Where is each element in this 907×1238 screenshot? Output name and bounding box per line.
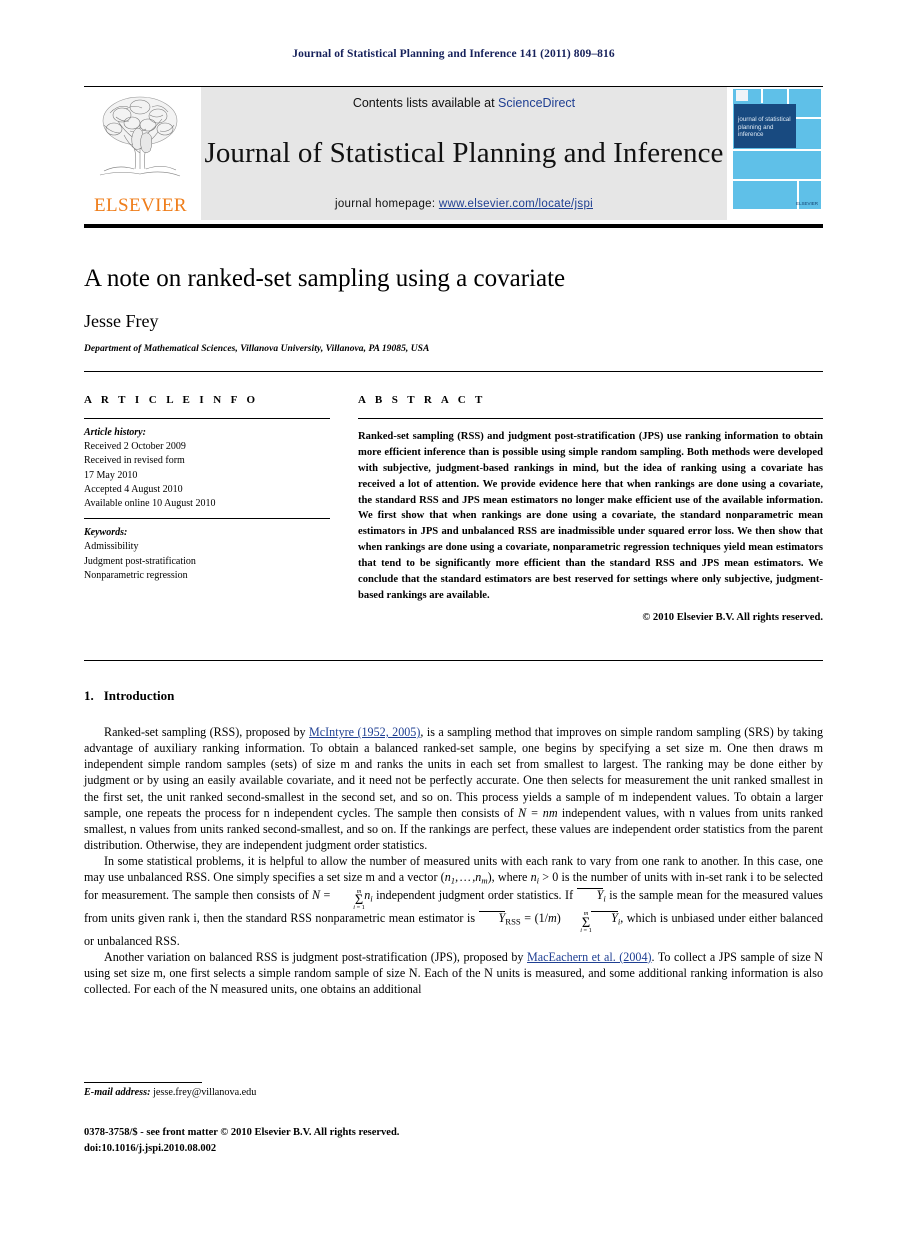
sciencedirect-link[interactable]: ScienceDirect xyxy=(498,96,575,110)
keywords-label: Keywords: xyxy=(84,527,128,539)
doi-line: doi:10.1016/j.jspi.2010.08.002 xyxy=(84,1143,217,1154)
keyword-item: Admissibility xyxy=(84,541,139,553)
article-history: Article history: Received 2 October 2009… xyxy=(84,426,330,511)
homepage-link[interactable]: www.elsevier.com/locate/jspi xyxy=(439,198,593,210)
article-page: Journal of Statistical Planning and Infe… xyxy=(0,0,907,1238)
section-heading-introduction: 1. Introduction xyxy=(84,688,174,704)
cover-title-box: journal of statistical planning and infe… xyxy=(734,104,796,148)
citation-maceachern[interactable]: MacEachern et al. (2004) xyxy=(527,950,652,964)
email-label: E-mail address: xyxy=(84,1087,151,1098)
footnote-rule xyxy=(84,1082,202,1083)
history-item: Accepted 4 August 2010 xyxy=(84,483,183,495)
journal-masthead: ELSEVIER Contents lists available at Sci… xyxy=(84,86,823,220)
keyword-item: Nonparametric regression xyxy=(84,569,188,581)
p2-segment-d: independent judgment order statistics. I… xyxy=(372,888,577,903)
p2-sum-formula: N = Σmi = 1 ni xyxy=(312,887,373,912)
abstract-heading: A B S T R A C T xyxy=(358,394,486,406)
citation-mcintyre[interactable]: McIntyre (1952, 2005) xyxy=(309,725,420,739)
contents-available-line: Contents lists available at ScienceDirec… xyxy=(353,96,575,110)
info-heading-rule xyxy=(84,418,330,419)
author-affiliation: Department of Mathematical Sciences, Vil… xyxy=(84,344,430,354)
abstract-copyright: © 2010 Elsevier B.V. All rights reserved… xyxy=(642,611,823,623)
article-history-label: Article history: xyxy=(84,427,146,438)
article-title: A note on ranked-set sampling using a co… xyxy=(84,265,566,292)
p2-ni-condition: ni > 0 xyxy=(530,870,559,886)
journal-cover-thumbnail: journal of statistical planning and infe… xyxy=(731,87,823,220)
history-item: Received 2 October 2009 xyxy=(84,441,186,453)
history-item: Available online 10 August 2010 xyxy=(84,497,216,509)
article-author: Jesse Frey xyxy=(84,311,159,331)
article-info-heading: A R T I C L E I N F O xyxy=(84,394,259,406)
elsevier-wordmark: ELSEVIER xyxy=(94,195,187,216)
email-address[interactable]: jesse.frey@villanova.edu xyxy=(153,1087,256,1098)
divider-below-abstract xyxy=(84,660,823,661)
p2-vector: (n1, … ,nm) xyxy=(440,870,492,886)
p3-segment-a: Another variation on balanced RSS is jud… xyxy=(104,949,528,964)
elsevier-logo: ELSEVIER xyxy=(84,87,197,220)
abstract-heading-rule xyxy=(358,418,823,419)
abstract-column: A B S T R A C T Ranked-set sampling (RSS… xyxy=(358,394,823,623)
cover-small-logo xyxy=(736,90,748,101)
contents-prefix: Contents lists available at xyxy=(352,96,495,110)
masthead-bottom-rule xyxy=(84,224,823,228)
body-text: Ranked-set sampling (RSS), proposed by M… xyxy=(84,724,823,997)
history-item: Received in revised form xyxy=(84,455,185,467)
p1-math-nm: N = nm xyxy=(518,805,558,820)
masthead-center: Contents lists available at ScienceDirec… xyxy=(201,87,727,220)
p2-segment-b: , where xyxy=(491,870,531,885)
homepage-prefix: journal homepage: xyxy=(335,197,436,210)
article-info-column: A R T I C L E I N F O Article history: R… xyxy=(84,394,330,583)
abstract-text: Ranked-set sampling (RSS) and judgment p… xyxy=(358,431,823,601)
paragraph-3: Another variation on balanced RSS is jud… xyxy=(84,949,823,997)
history-item: 17 May 2010 xyxy=(84,469,138,481)
journal-title: Journal of Statistical Planning and Infe… xyxy=(204,137,724,170)
issn-copyright-line: 0378-3758/$ - see front matter © 2010 El… xyxy=(84,1127,400,1138)
p2-estimator-formula: YRSS = (1/m) Σm i = 1 Yi xyxy=(478,910,620,934)
keyword-item: Judgment post-stratification xyxy=(84,555,196,567)
paragraph-2: In some statistical problems, it is help… xyxy=(84,853,823,949)
footnote-email: E-mail address: jesse.frey@villanova.edu xyxy=(84,1087,256,1098)
cover-publisher-logo: ELSEVIER xyxy=(795,200,818,206)
section-number: 1. xyxy=(84,688,94,703)
article-keywords: Keywords: Admissibility Judgment post-st… xyxy=(84,526,330,583)
divider-under-author xyxy=(84,371,823,372)
paragraph-1: Ranked-set sampling (RSS), proposed by M… xyxy=(84,724,823,853)
p1-segment-a: Ranked-set sampling (RSS), proposed by xyxy=(104,725,310,739)
history-keywords-rule xyxy=(84,518,330,520)
elsevier-tree-icon xyxy=(99,96,181,177)
running-head: Journal of Statistical Planning and Infe… xyxy=(292,48,615,60)
section-title: Introduction xyxy=(103,688,175,703)
journal-homepage-line: journal homepage: www.elsevier.com/locat… xyxy=(335,198,593,210)
p2-ybar: Yi xyxy=(576,888,606,904)
cover-artwork: journal of statistical planning and infe… xyxy=(731,87,823,211)
